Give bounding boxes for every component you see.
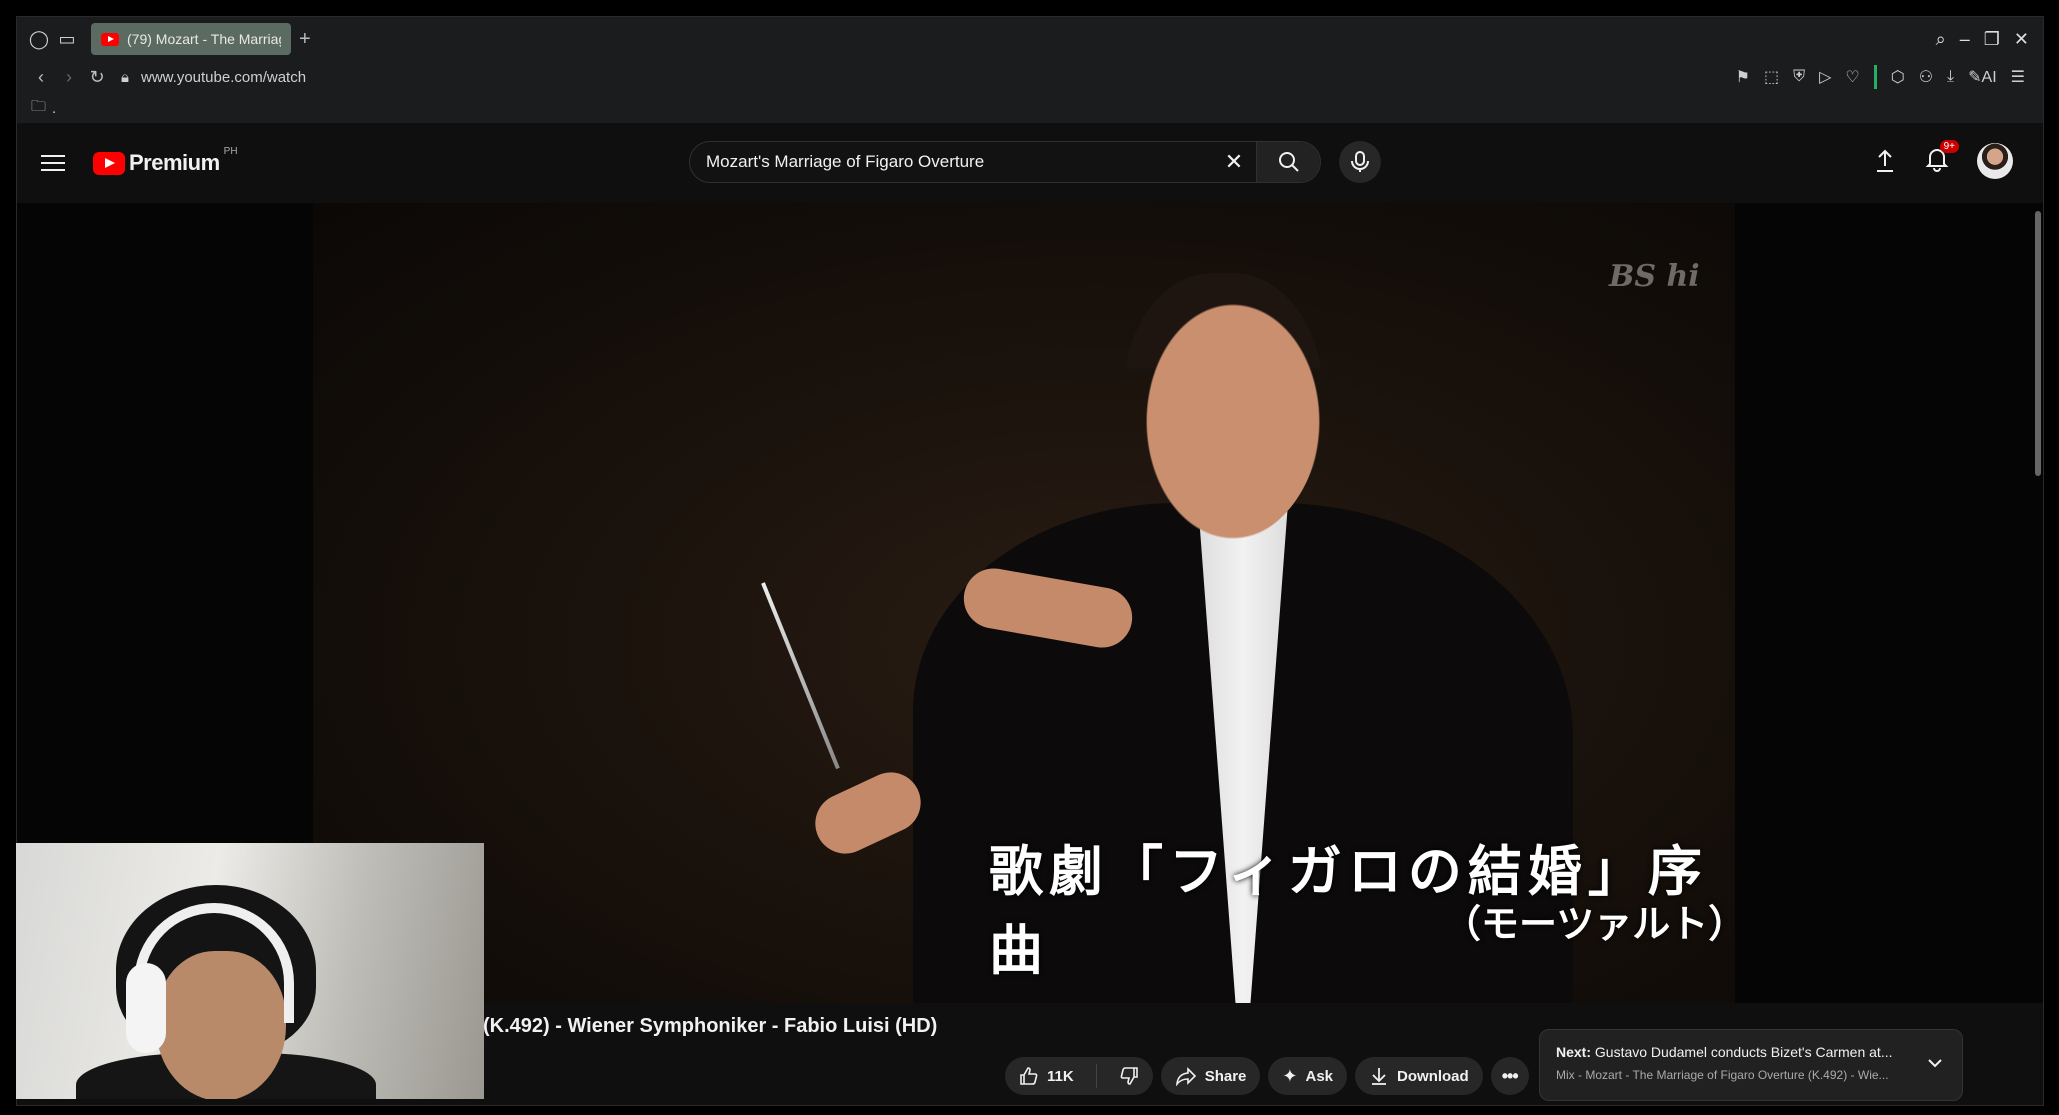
more-horizontal-icon: ••• xyxy=(1501,1065,1519,1086)
more-actions-button[interactable]: ••• xyxy=(1490,1057,1529,1095)
workspaces-icon[interactable]: ▭ xyxy=(53,25,81,53)
close-window-icon[interactable]: ✕ xyxy=(2014,29,2029,50)
like-button[interactable]: 11K xyxy=(1005,1057,1088,1095)
account-avatar[interactable] xyxy=(1977,143,2013,179)
bookmarks-bar: 🗀︎ . xyxy=(17,93,2043,123)
search-icon xyxy=(1278,152,1299,172)
search-box: ✕ xyxy=(689,141,1321,183)
logo-country-code: PH xyxy=(223,146,238,157)
up-next-prefix: Next: xyxy=(1556,1044,1592,1060)
share-button[interactable]: Share xyxy=(1160,1057,1261,1095)
sidebar-menu-icon[interactable]: ☰ xyxy=(2011,67,2025,87)
heart-icon[interactable]: ♡ xyxy=(1845,67,1859,87)
scrollbar-thumb[interactable] xyxy=(2035,211,2041,476)
new-tab-plus-icon[interactable]: + xyxy=(299,28,311,51)
page-scrollbar[interactable] xyxy=(2033,203,2043,1105)
shield-icon[interactable]: ⛨ xyxy=(1793,68,1805,86)
tab-youtube[interactable]: (79) Mozart - The Marriage xyxy=(91,23,291,55)
headphones-earcup xyxy=(126,963,166,1053)
reload-icon[interactable]: ↻ xyxy=(83,67,111,88)
video-frame: BS hi 歌劇「フィガロの結婚」序曲 （モーツァルト） xyxy=(313,203,1735,1003)
search-tabs-icon[interactable]: ⌕ xyxy=(1936,29,1946,50)
tab-bar: ◯ ▭ (79) Mozart - The Marriage + ⌕ – ❐ ✕ xyxy=(17,17,2043,61)
play-icon[interactable]: ▷ xyxy=(1819,67,1831,87)
profile-icon[interactable]: ⚇ xyxy=(1919,67,1933,87)
thumbs-down-icon xyxy=(1120,1067,1138,1085)
url-field[interactable]: 🔒︎ www.youtube.com/watch xyxy=(121,69,306,86)
conductor-right-hand xyxy=(805,762,931,864)
extension-toolbar: ⚑ ⬚ ⛨ ▷ ♡ ⬡ ⚇ ⤓ ✎AI ☰ xyxy=(1736,65,2043,89)
chevron-down-icon[interactable] xyxy=(1926,1054,1944,1072)
youtube-logo[interactable]: Premium PH xyxy=(93,146,238,176)
ask-label: Ask xyxy=(1305,1067,1334,1085)
subtitle-line-2: （モーツァルト） xyxy=(1443,902,1735,946)
video-actions: 11K Share ✦ Ask Download ••• xyxy=(1005,1057,1529,1095)
share-label: Share xyxy=(1204,1067,1247,1085)
bookmark-icon[interactable]: ⚑ xyxy=(1736,67,1750,87)
download-icon[interactable]: ⤓ xyxy=(1947,68,1954,86)
conductor-baton xyxy=(761,582,840,770)
bookmark-folder-label[interactable]: . xyxy=(52,100,56,117)
like-dislike-group: 11K xyxy=(1005,1057,1153,1095)
up-next-title: Gustavo Dudamel conducts Bizet's Carmen … xyxy=(1594,1044,1893,1060)
restore-icon[interactable]: ❐ xyxy=(1984,29,2000,50)
microphone-icon xyxy=(1351,151,1369,172)
address-bar: ‹ › ↻ 🔒︎ www.youtube.com/watch ⚑ ⬚ ⛨ ▷ ♡… xyxy=(17,61,2043,93)
hamburger-menu-icon[interactable] xyxy=(41,155,65,171)
webcam-overlay xyxy=(16,843,484,1099)
youtube-header: Premium PH ✕ 9+ xyxy=(17,123,2043,203)
extensions-icon[interactable]: ⬡ xyxy=(1891,67,1905,87)
search-button[interactable] xyxy=(1256,142,1320,182)
notifications-button[interactable]: 9+ xyxy=(1925,139,1959,177)
thumbs-up-icon xyxy=(1020,1067,1038,1085)
up-next-card[interactable]: Next: Gustavo Dudamel conducts Bizet's C… xyxy=(1539,1029,1963,1101)
minimize-icon[interactable]: – xyxy=(1960,29,1970,50)
share-arrow-icon xyxy=(1175,1067,1196,1086)
broadcast-watermark: BS hi xyxy=(1609,259,1700,294)
sparkle-icon: ✦ xyxy=(1282,1065,1298,1086)
download-button[interactable]: Download xyxy=(1355,1057,1483,1095)
snapshot-icon[interactable]: ⬚ xyxy=(1764,67,1779,87)
upload-icon[interactable] xyxy=(1873,148,1897,174)
header-right-actions: 9+ xyxy=(1873,139,2013,179)
up-next-title-line: Next: Gustavo Dudamel conducts Bizet's C… xyxy=(1556,1044,1916,1060)
clear-search-icon[interactable]: ✕ xyxy=(1212,149,1256,175)
forward-icon[interactable]: › xyxy=(55,67,83,88)
url-text: www.youtube.com/watch xyxy=(140,68,307,86)
video-title: (K.492) - Wiener Symphoniker - Fabio Lui… xyxy=(483,1015,938,1037)
toolbar-separator xyxy=(1873,65,1877,89)
conductor-head xyxy=(1123,273,1323,543)
ai-icon[interactable]: ✎AI xyxy=(1968,67,1997,87)
notification-badge: 9+ xyxy=(1939,139,1959,153)
logo-text: Premium xyxy=(129,150,220,175)
youtube-favicon-icon xyxy=(101,32,119,46)
browser-menu-icon[interactable]: ◯ xyxy=(25,25,53,53)
dislike-button[interactable] xyxy=(1105,1057,1153,1095)
back-icon[interactable]: ‹ xyxy=(27,67,55,88)
voice-search-button[interactable] xyxy=(1339,141,1381,183)
up-next-subtitle: Mix - Mozart - The Marriage of Figaro Ov… xyxy=(1556,1068,1889,1082)
download-label: Download xyxy=(1397,1067,1469,1085)
like-divider xyxy=(1095,1064,1097,1088)
search-input[interactable] xyxy=(690,152,1212,172)
window-controls: ⌕ – ❐ ✕ xyxy=(1936,29,2043,50)
tab-title: (79) Mozart - The Marriage xyxy=(127,31,281,47)
ask-button[interactable]: ✦ Ask xyxy=(1268,1057,1348,1095)
like-count: 11K xyxy=(1047,1067,1074,1085)
folder-icon[interactable]: 🗀︎ xyxy=(31,96,46,121)
download-arrow-icon xyxy=(1372,1068,1387,1085)
youtube-play-icon xyxy=(93,151,125,175)
lock-icon: 🔒︎ xyxy=(121,68,129,86)
